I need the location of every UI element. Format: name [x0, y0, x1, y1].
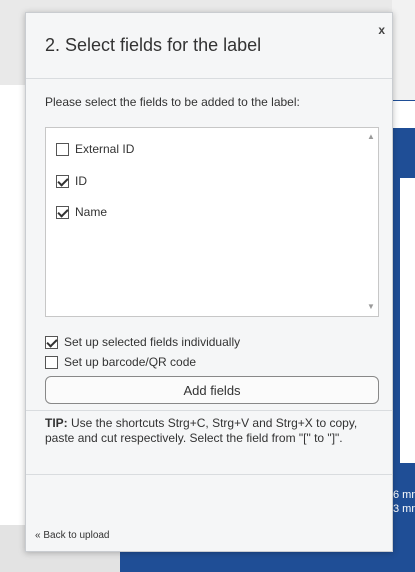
tip-body: Use the shortcuts Strg+C, Strg+V and Str… [45, 416, 358, 445]
add-fields-button[interactable]: Add fields [45, 376, 379, 404]
background-dimension-text-2: 3 mm [393, 503, 415, 515]
tip-text: TIP: Use the shortcuts Strg+C, Strg+V an… [45, 416, 375, 446]
tip-section: TIP: Use the shortcuts Strg+C, Strg+V an… [26, 410, 392, 475]
field-option-id[interactable]: ID [56, 174, 87, 188]
scroll-up-icon[interactable]: ▲ [366, 132, 376, 142]
close-button[interactable]: x [378, 23, 385, 37]
dialog-title: 2. Select fields for the label [45, 35, 262, 55]
dialog-body: Please select the fields to be added to … [26, 80, 392, 410]
back-to-upload-link[interactable]: « Back to upload [35, 530, 110, 541]
listbox-scrollbar[interactable]: ▲ ▼ [364, 128, 378, 316]
individual-checkbox[interactable] [45, 335, 58, 349]
field-option-external-id[interactable]: External ID [56, 142, 134, 156]
option-label: Set up barcode/QR code [64, 355, 197, 369]
external-id-checkbox[interactable] [56, 142, 69, 156]
field-label: External ID [75, 142, 135, 156]
option-individual[interactable]: Set up selected fields individually [45, 335, 240, 349]
field-option-name[interactable]: Name [56, 205, 107, 219]
background-right-preview [400, 178, 415, 463]
scroll-down-icon[interactable]: ▼ [366, 302, 376, 312]
background-right-tab [392, 100, 415, 130]
fields-listbox[interactable]: External ID ID Name ▲ ▼ [45, 127, 379, 317]
name-checkbox[interactable] [56, 205, 69, 219]
field-label: ID [75, 174, 87, 188]
option-label: Set up selected fields individually [64, 335, 241, 349]
id-checkbox[interactable] [56, 174, 69, 188]
option-barcode[interactable]: Set up barcode/QR code [45, 355, 196, 369]
tip-label: TIP: [45, 416, 68, 430]
instruction-text: Please select the fields to be added to … [45, 95, 300, 109]
select-fields-dialog: 2. Select fields for the label x Please … [25, 12, 393, 552]
field-label: Name [75, 205, 108, 219]
background-dimension-text-1: 6 mm [393, 489, 415, 501]
dialog-header: 2. Select fields for the label x [26, 13, 392, 79]
barcode-checkbox[interactable] [45, 355, 58, 369]
